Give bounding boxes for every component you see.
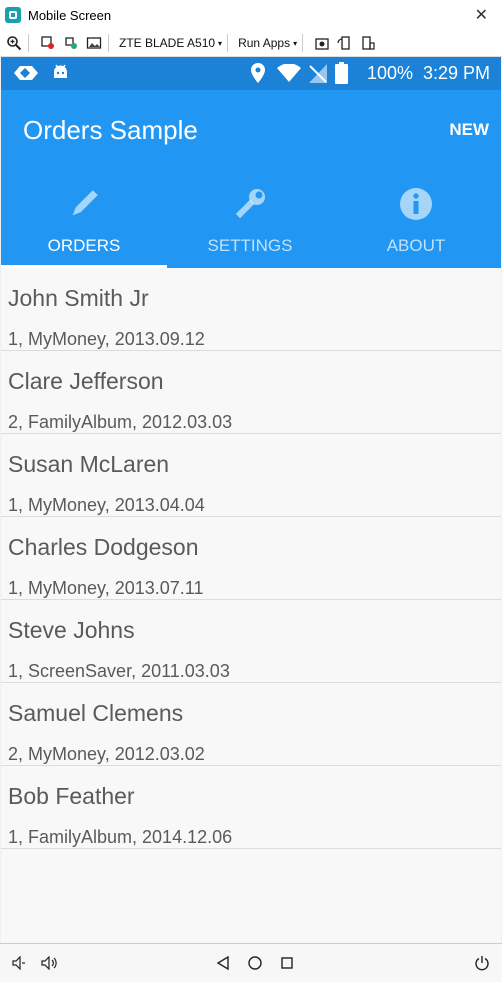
tab-about[interactable]: ABOUT [333, 178, 499, 268]
orders-list: John Smith Jr 1, MyMoney, 2013.09.12 Cla… [1, 268, 501, 849]
toolbar: ZTE BLADE A510 ▾ Run Apps ▾ [0, 30, 502, 57]
location-icon [251, 63, 265, 88]
battery-icon [335, 62, 348, 89]
chevron-down-icon: ▾ [218, 38, 223, 48]
order-details: 1, MyMoney, 2013.04.04 [8, 495, 205, 515]
notification-icon [13, 64, 39, 87]
navigation-bar [0, 943, 502, 982]
order-details: 1, ScreenSaver, 2011.03.03 [8, 661, 230, 681]
order-details: 1, MyMoney, 2013.07.11 [8, 578, 204, 598]
power-icon[interactable] [472, 953, 492, 973]
order-customer-name: Bob Feather [8, 783, 135, 809]
home-icon[interactable] [245, 953, 265, 973]
list-item[interactable]: John Smith Jr 1, MyMoney, 2013.09.12 [1, 268, 501, 351]
order-details: 2, FamilyAlbum, 2012.03.03 [8, 412, 233, 432]
image-icon[interactable] [85, 34, 103, 52]
order-customer-name: Steve Johns [8, 617, 135, 643]
pencil-icon [64, 184, 104, 224]
android-status-bar: 100% 3:29 PM [1, 57, 501, 90]
window-title: Mobile Screen [28, 7, 112, 23]
status-clock: 3:29 PM [422, 63, 490, 83]
toolbar-divider [227, 34, 229, 52]
inspect-icon[interactable] [39, 34, 57, 52]
wifi-icon [277, 63, 301, 87]
run-apps-dropdown[interactable]: Run Apps ▾ [238, 36, 297, 50]
record-icon[interactable] [62, 34, 80, 52]
list-item[interactable]: Susan McLaren 1, MyMoney, 2013.04.04 [1, 434, 501, 517]
screenshot-icon[interactable] [313, 34, 331, 52]
list-item[interactable]: Clare Jefferson 2, FamilyAlbum, 2012.03.… [1, 351, 501, 434]
order-details: 1, MyMoney, 2013.09.12 [8, 329, 205, 349]
back-icon[interactable] [213, 953, 233, 973]
tab-settings[interactable]: SETTINGS [167, 178, 333, 268]
volume-up-icon[interactable] [40, 953, 60, 973]
list-item[interactable]: Charles Dodgeson 1, MyMoney, 2013.07.11 [1, 517, 501, 600]
order-details: 2, MyMoney, 2012.03.02 [8, 744, 205, 764]
device-dropdown-label: ZTE BLADE A510 [119, 36, 216, 50]
list-item[interactable]: Bob Feather 1, FamilyAlbum, 2014.12.06 [1, 766, 501, 849]
order-customer-name: Samuel Clemens [8, 700, 184, 726]
toolbar-divider [302, 34, 304, 52]
order-customer-name: Charles Dodgeson [8, 534, 199, 560]
close-icon[interactable]: ✕ [475, 5, 488, 25]
zoom-icon[interactable] [5, 34, 23, 52]
app-title: Orders Sample [23, 115, 198, 145]
no-signal-icon [309, 64, 327, 88]
list-item[interactable]: Samuel Clemens 2, MyMoney, 2012.03.02 [1, 683, 501, 766]
resize-icon[interactable] [359, 34, 377, 52]
rotate-icon[interactable] [336, 34, 354, 52]
order-customer-name: John Smith Jr [8, 285, 149, 311]
app-logo-icon [5, 7, 21, 23]
device-screen: 100% 3:29 PM Orders Sample NEW ORDERS SE… [1, 57, 501, 943]
tab-orders-label: ORDERS [47, 236, 121, 255]
run-apps-label: Run Apps [238, 36, 291, 50]
order-customer-name: Clare Jefferson [8, 368, 164, 394]
info-icon [396, 184, 436, 224]
wrench-icon [230, 184, 270, 224]
recent-apps-icon[interactable] [277, 953, 297, 973]
toolbar-divider [108, 34, 109, 52]
toolbar-divider [28, 34, 29, 52]
tab-orders[interactable]: ORDERS [1, 178, 167, 268]
volume-down-icon[interactable] [10, 953, 30, 973]
app-bar: Orders Sample NEW ORDERS SETTINGS ABOUT [1, 90, 501, 268]
chevron-down-icon: ▾ [293, 38, 298, 48]
android-robot-icon [52, 64, 69, 86]
order-details: 1, FamilyAlbum, 2014.12.06 [8, 827, 233, 847]
order-customer-name: Susan McLaren [8, 451, 170, 477]
list-item[interactable]: Steve Johns 1, ScreenSaver, 2011.03.03 [1, 600, 501, 683]
window-title-bar: Mobile Screen ✕ [0, 0, 502, 30]
tab-about-label: ABOUT [386, 236, 446, 255]
device-dropdown[interactable]: ZTE BLADE A510 ▾ [119, 36, 222, 50]
tab-settings-label: SETTINGS [207, 236, 293, 255]
new-order-button[interactable]: NEW [449, 120, 489, 140]
battery-percentage: 100% [366, 63, 413, 83]
